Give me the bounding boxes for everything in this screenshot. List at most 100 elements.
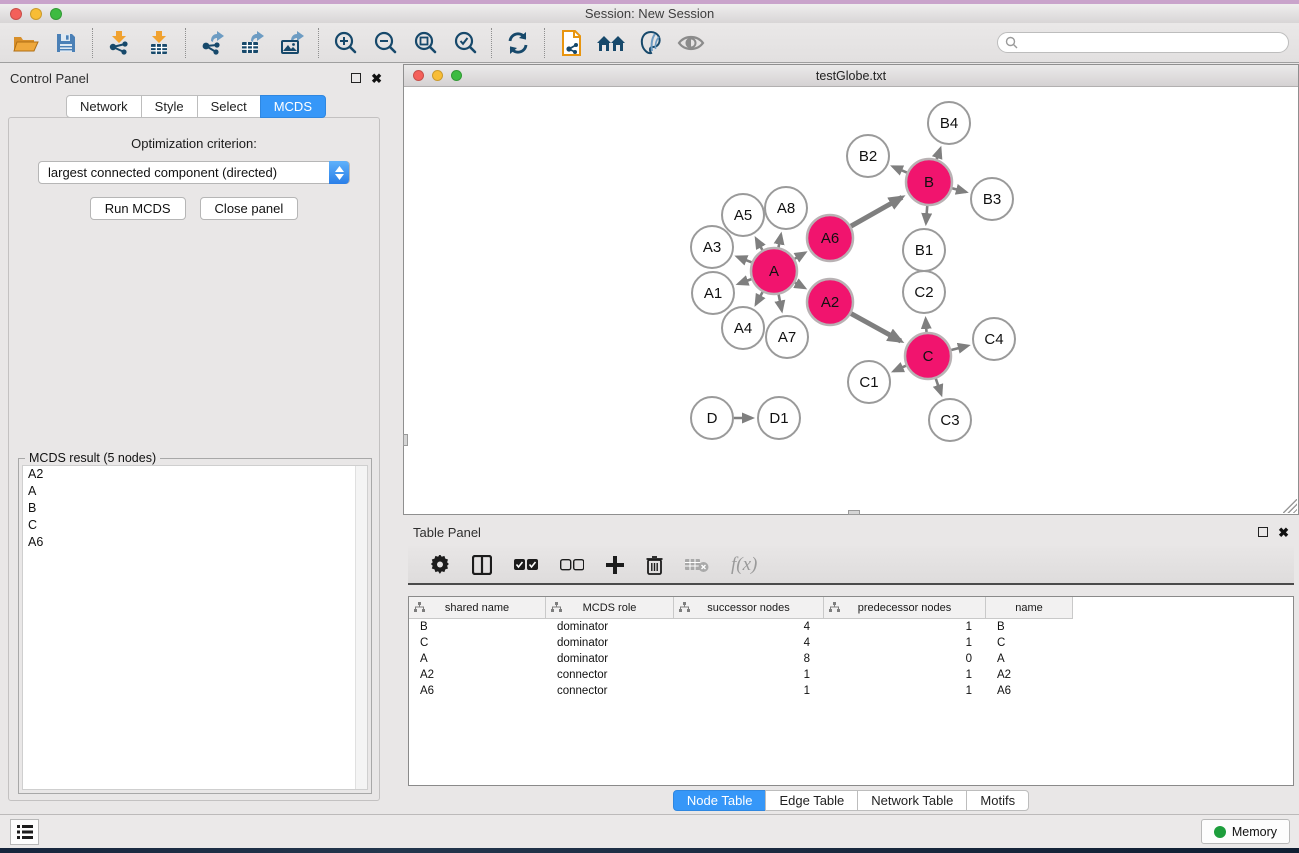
node-A6[interactable]: A6 bbox=[807, 215, 853, 261]
column-header-name[interactable]: name bbox=[986, 597, 1073, 618]
node-A7[interactable]: A7 bbox=[766, 316, 808, 358]
tab-style[interactable]: Style bbox=[141, 95, 198, 118]
cell-predecessor-nodes[interactable]: 1 bbox=[824, 621, 986, 633]
edge-B-B2[interactable] bbox=[893, 167, 907, 173]
node-A1[interactable]: A1 bbox=[692, 272, 734, 314]
frame-left-grip[interactable] bbox=[403, 434, 408, 446]
network-graph[interactable]: AA1A3A4A5A7A8A6A2BB1B2B3B4CC1C2C3C4DD1 bbox=[404, 87, 1298, 515]
column-header-MCDS-role[interactable]: MCDS role bbox=[546, 597, 674, 618]
node-D1[interactable]: D1 bbox=[758, 397, 800, 439]
node-C3[interactable]: C3 bbox=[929, 399, 971, 441]
cell-predecessor-nodes[interactable]: 0 bbox=[824, 653, 986, 665]
table-row[interactable]: Bdominator41B bbox=[409, 619, 1293, 635]
edge-A2-C[interactable] bbox=[851, 314, 901, 341]
edge-A-A4[interactable] bbox=[756, 292, 763, 304]
cell-shared-name[interactable]: B bbox=[409, 621, 546, 633]
frame-bottom-grip[interactable] bbox=[848, 510, 860, 515]
node-A3[interactable]: A3 bbox=[691, 226, 733, 268]
column-header-shared-name[interactable]: shared name bbox=[409, 597, 546, 618]
cell-predecessor-nodes[interactable]: 1 bbox=[824, 669, 986, 681]
close-panel-button[interactable]: Close panel bbox=[200, 197, 299, 220]
node-A8[interactable]: A8 bbox=[765, 187, 807, 229]
tab-mcds[interactable]: MCDS bbox=[260, 95, 326, 118]
memory-button[interactable]: Memory bbox=[1201, 819, 1290, 844]
network-zoom-button[interactable] bbox=[451, 70, 462, 81]
node-A[interactable]: A bbox=[751, 248, 797, 294]
refresh-layout-button[interactable] bbox=[501, 27, 535, 59]
zoom-out-button[interactable] bbox=[368, 27, 402, 59]
minimize-window-button[interactable] bbox=[30, 8, 42, 20]
frame-resize-grip[interactable] bbox=[1283, 499, 1297, 513]
create-column-button[interactable] bbox=[606, 556, 624, 574]
cell-successor-nodes[interactable]: 1 bbox=[674, 669, 824, 681]
edge-A-A3[interactable] bbox=[737, 257, 751, 263]
table-row[interactable]: Cdominator41C bbox=[409, 635, 1293, 651]
function-builder-button[interactable]: f(x) bbox=[731, 554, 757, 576]
save-session-button[interactable] bbox=[49, 27, 83, 59]
network-window-titlebar[interactable]: testGlobe.txt bbox=[404, 65, 1298, 87]
edge-C-C1[interactable] bbox=[894, 366, 906, 371]
node-B3[interactable]: B3 bbox=[971, 178, 1013, 220]
tab-network-table[interactable]: Network Table bbox=[857, 790, 967, 811]
zoom-in-button[interactable] bbox=[328, 27, 362, 59]
export-network-button[interactable] bbox=[195, 27, 229, 59]
zoom-fit-button[interactable] bbox=[408, 27, 442, 59]
cell-successor-nodes[interactable]: 8 bbox=[674, 653, 824, 665]
node-A2[interactable]: A2 bbox=[807, 279, 853, 325]
cell-predecessor-nodes[interactable]: 1 bbox=[824, 637, 986, 649]
cell-shared-name[interactable]: A bbox=[409, 653, 546, 665]
table-row[interactable]: A6connector11A6 bbox=[409, 683, 1293, 699]
node-B2[interactable]: B2 bbox=[847, 135, 889, 177]
cell-successor-nodes[interactable]: 4 bbox=[674, 637, 824, 649]
column-header-successor-nodes[interactable]: successor nodes bbox=[674, 597, 824, 618]
edge-A6-B[interactable] bbox=[851, 197, 902, 226]
optimization-criterion-select[interactable]: largest connected component (directed) bbox=[38, 161, 350, 184]
edge-B-B1[interactable] bbox=[926, 206, 927, 223]
node-A4[interactable]: A4 bbox=[722, 307, 764, 349]
cell-name[interactable]: A bbox=[986, 653, 1073, 665]
task-history-button[interactable] bbox=[10, 819, 39, 845]
cell-MCDS-role[interactable]: dominator bbox=[546, 653, 674, 665]
cell-successor-nodes[interactable]: 4 bbox=[674, 621, 824, 633]
node-C1[interactable]: C1 bbox=[848, 361, 890, 403]
edge-A-A5[interactable] bbox=[756, 239, 762, 250]
result-list-scrollbar[interactable] bbox=[355, 466, 367, 789]
edge-A-A7[interactable] bbox=[779, 295, 782, 311]
mcds-result-list[interactable]: A2ABCA6 bbox=[22, 465, 368, 790]
column-header-predecessor-nodes[interactable]: predecessor nodes bbox=[824, 597, 986, 618]
tab-node-table[interactable]: Node Table bbox=[673, 790, 767, 811]
show-hide-button[interactable] bbox=[674, 27, 708, 59]
node-table[interactable]: shared nameMCDS rolesuccessor nodesprede… bbox=[408, 596, 1294, 786]
result-item[interactable]: A6 bbox=[23, 534, 367, 551]
tab-select[interactable]: Select bbox=[197, 95, 261, 118]
search-input[interactable] bbox=[997, 32, 1289, 53]
cell-predecessor-nodes[interactable]: 1 bbox=[824, 685, 986, 697]
table-settings-button[interactable] bbox=[430, 555, 450, 575]
unselect-all-columns-button[interactable] bbox=[560, 559, 584, 571]
export-table-button[interactable] bbox=[235, 27, 269, 59]
close-window-button[interactable] bbox=[10, 8, 22, 20]
edge-B-B3[interactable] bbox=[952, 188, 966, 192]
delete-column-button[interactable] bbox=[646, 555, 663, 575]
tab-network[interactable]: Network bbox=[66, 95, 142, 118]
zoom-selected-button[interactable] bbox=[448, 27, 482, 59]
import-network-button[interactable] bbox=[102, 27, 136, 59]
node-C2[interactable]: C2 bbox=[903, 271, 945, 313]
edge-C-C2[interactable] bbox=[926, 319, 927, 332]
cell-MCDS-role[interactable]: dominator bbox=[546, 637, 674, 649]
zoom-window-button[interactable] bbox=[50, 8, 62, 20]
export-image-button[interactable] bbox=[275, 27, 309, 59]
cell-MCDS-role[interactable]: connector bbox=[546, 669, 674, 681]
run-mcds-button[interactable]: Run MCDS bbox=[90, 197, 186, 220]
cell-name[interactable]: C bbox=[986, 637, 1073, 649]
edge-C-C3[interactable] bbox=[936, 379, 941, 395]
close-panel-icon[interactable]: ✖ bbox=[371, 72, 382, 85]
float-panel-icon[interactable] bbox=[351, 73, 361, 83]
result-item[interactable]: B bbox=[23, 500, 367, 517]
edge-A-A8[interactable] bbox=[778, 235, 780, 248]
float-table-panel-icon[interactable] bbox=[1258, 527, 1268, 537]
edge-A-A2[interactable] bbox=[795, 283, 805, 288]
cell-MCDS-role[interactable]: connector bbox=[546, 685, 674, 697]
cell-successor-nodes[interactable]: 1 bbox=[674, 685, 824, 697]
cell-shared-name[interactable]: C bbox=[409, 637, 546, 649]
